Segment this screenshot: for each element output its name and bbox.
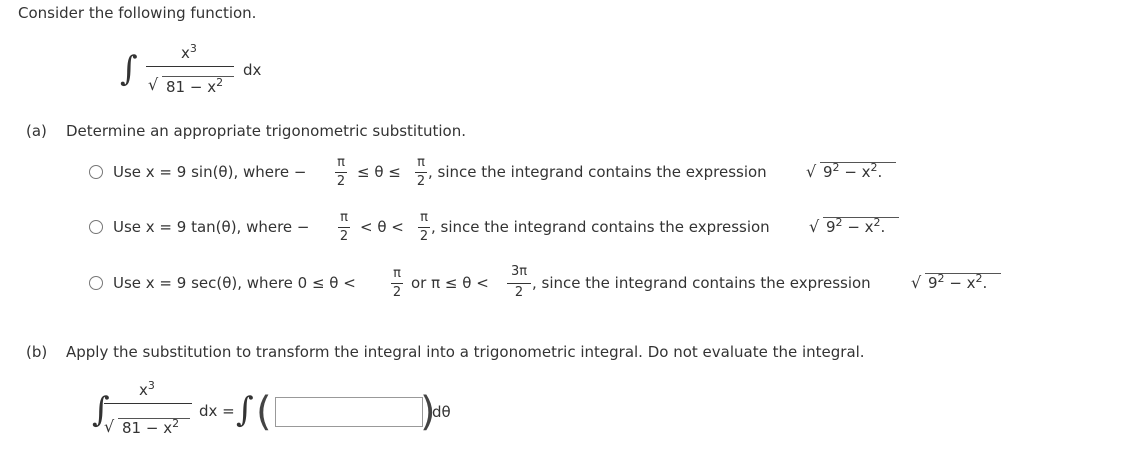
frac-two-den: 2 bbox=[419, 229, 429, 244]
answer-input[interactable] bbox=[275, 397, 423, 427]
frac-pi-num: π bbox=[337, 155, 345, 170]
frac-line bbox=[418, 227, 430, 228]
integrand-denominator: 81 − x2 bbox=[122, 417, 180, 437]
part-b-prompt: Apply the substitution to transform the … bbox=[66, 343, 865, 361]
integrand-numerator: x3 bbox=[139, 379, 155, 399]
sqrt-icon: √ bbox=[806, 162, 817, 181]
frac-two-den: 2 bbox=[416, 174, 426, 189]
frac-line bbox=[507, 283, 531, 284]
sqrt-icon: √ bbox=[809, 217, 820, 236]
frac-pi-num: π bbox=[417, 155, 425, 170]
option-sin-reason: , since the integrand contains the expre… bbox=[428, 163, 767, 181]
sqrt-icon: √ bbox=[104, 417, 115, 436]
radio-option-tan[interactable] bbox=[89, 220, 103, 234]
dx-equals: dx = bbox=[199, 402, 235, 420]
dtheta-label: dθ bbox=[432, 403, 451, 421]
sqrt-icon: √ bbox=[911, 273, 922, 292]
frac-pi-num: π bbox=[420, 210, 428, 225]
integral-sign: ∫ bbox=[120, 49, 138, 89]
sqrt-bar bbox=[162, 76, 234, 77]
option-sec-mid: or π ≤ θ < bbox=[411, 274, 489, 292]
option-sec-expr: 92 − x2. bbox=[928, 272, 988, 292]
option-tan-reason: , since the integrand contains the expre… bbox=[431, 218, 770, 236]
frac-two-den: 2 bbox=[392, 285, 402, 300]
option-sec-text: Use x = 9 sec(θ), where 0 ≤ θ < bbox=[113, 274, 356, 292]
frac-line bbox=[415, 172, 427, 173]
dx-label: dx bbox=[243, 61, 262, 79]
option-sec-reason: , since the integrand contains the expre… bbox=[532, 274, 871, 292]
frac-two-den: 2 bbox=[336, 174, 346, 189]
frac-pi-num: π bbox=[340, 210, 348, 225]
frac-pi-num: π bbox=[393, 266, 401, 281]
integrand-fraction-line bbox=[104, 403, 192, 404]
integral-sign: ∫ bbox=[236, 390, 254, 430]
part-b-label: (b) bbox=[26, 343, 48, 361]
frac-two-den: 2 bbox=[339, 229, 349, 244]
radio-option-sin[interactable] bbox=[89, 165, 103, 179]
integrand-fraction-line bbox=[146, 66, 234, 67]
frac-line bbox=[335, 172, 347, 173]
sqrt-icon: √ bbox=[148, 75, 159, 94]
option-sin-ineq: ≤ θ ≤ bbox=[357, 163, 401, 181]
option-tan-ineq: < θ < bbox=[360, 218, 404, 236]
frac-line bbox=[338, 227, 350, 228]
integrand-numerator: x3 bbox=[181, 42, 197, 62]
option-sin-text: Use x = 9 sin(θ), where − bbox=[113, 163, 307, 181]
part-a-label: (a) bbox=[26, 122, 47, 140]
part-a-prompt: Determine an appropriate trigonometric s… bbox=[66, 122, 466, 140]
frac-line bbox=[391, 283, 403, 284]
option-tan-expr: 92 − x2. bbox=[826, 216, 886, 236]
left-paren: ( bbox=[256, 389, 272, 435]
option-tan-text: Use x = 9 tan(θ), where − bbox=[113, 218, 310, 236]
intro-text: Consider the following function. bbox=[18, 4, 257, 22]
integrand-denominator: 81 − x2 bbox=[166, 76, 224, 96]
frac-two-den: 2 bbox=[514, 285, 524, 300]
option-sin-expr: 92 − x2. bbox=[823, 161, 883, 181]
radio-option-sec[interactable] bbox=[89, 276, 103, 290]
frac-3pi-num: 3π bbox=[510, 264, 528, 279]
